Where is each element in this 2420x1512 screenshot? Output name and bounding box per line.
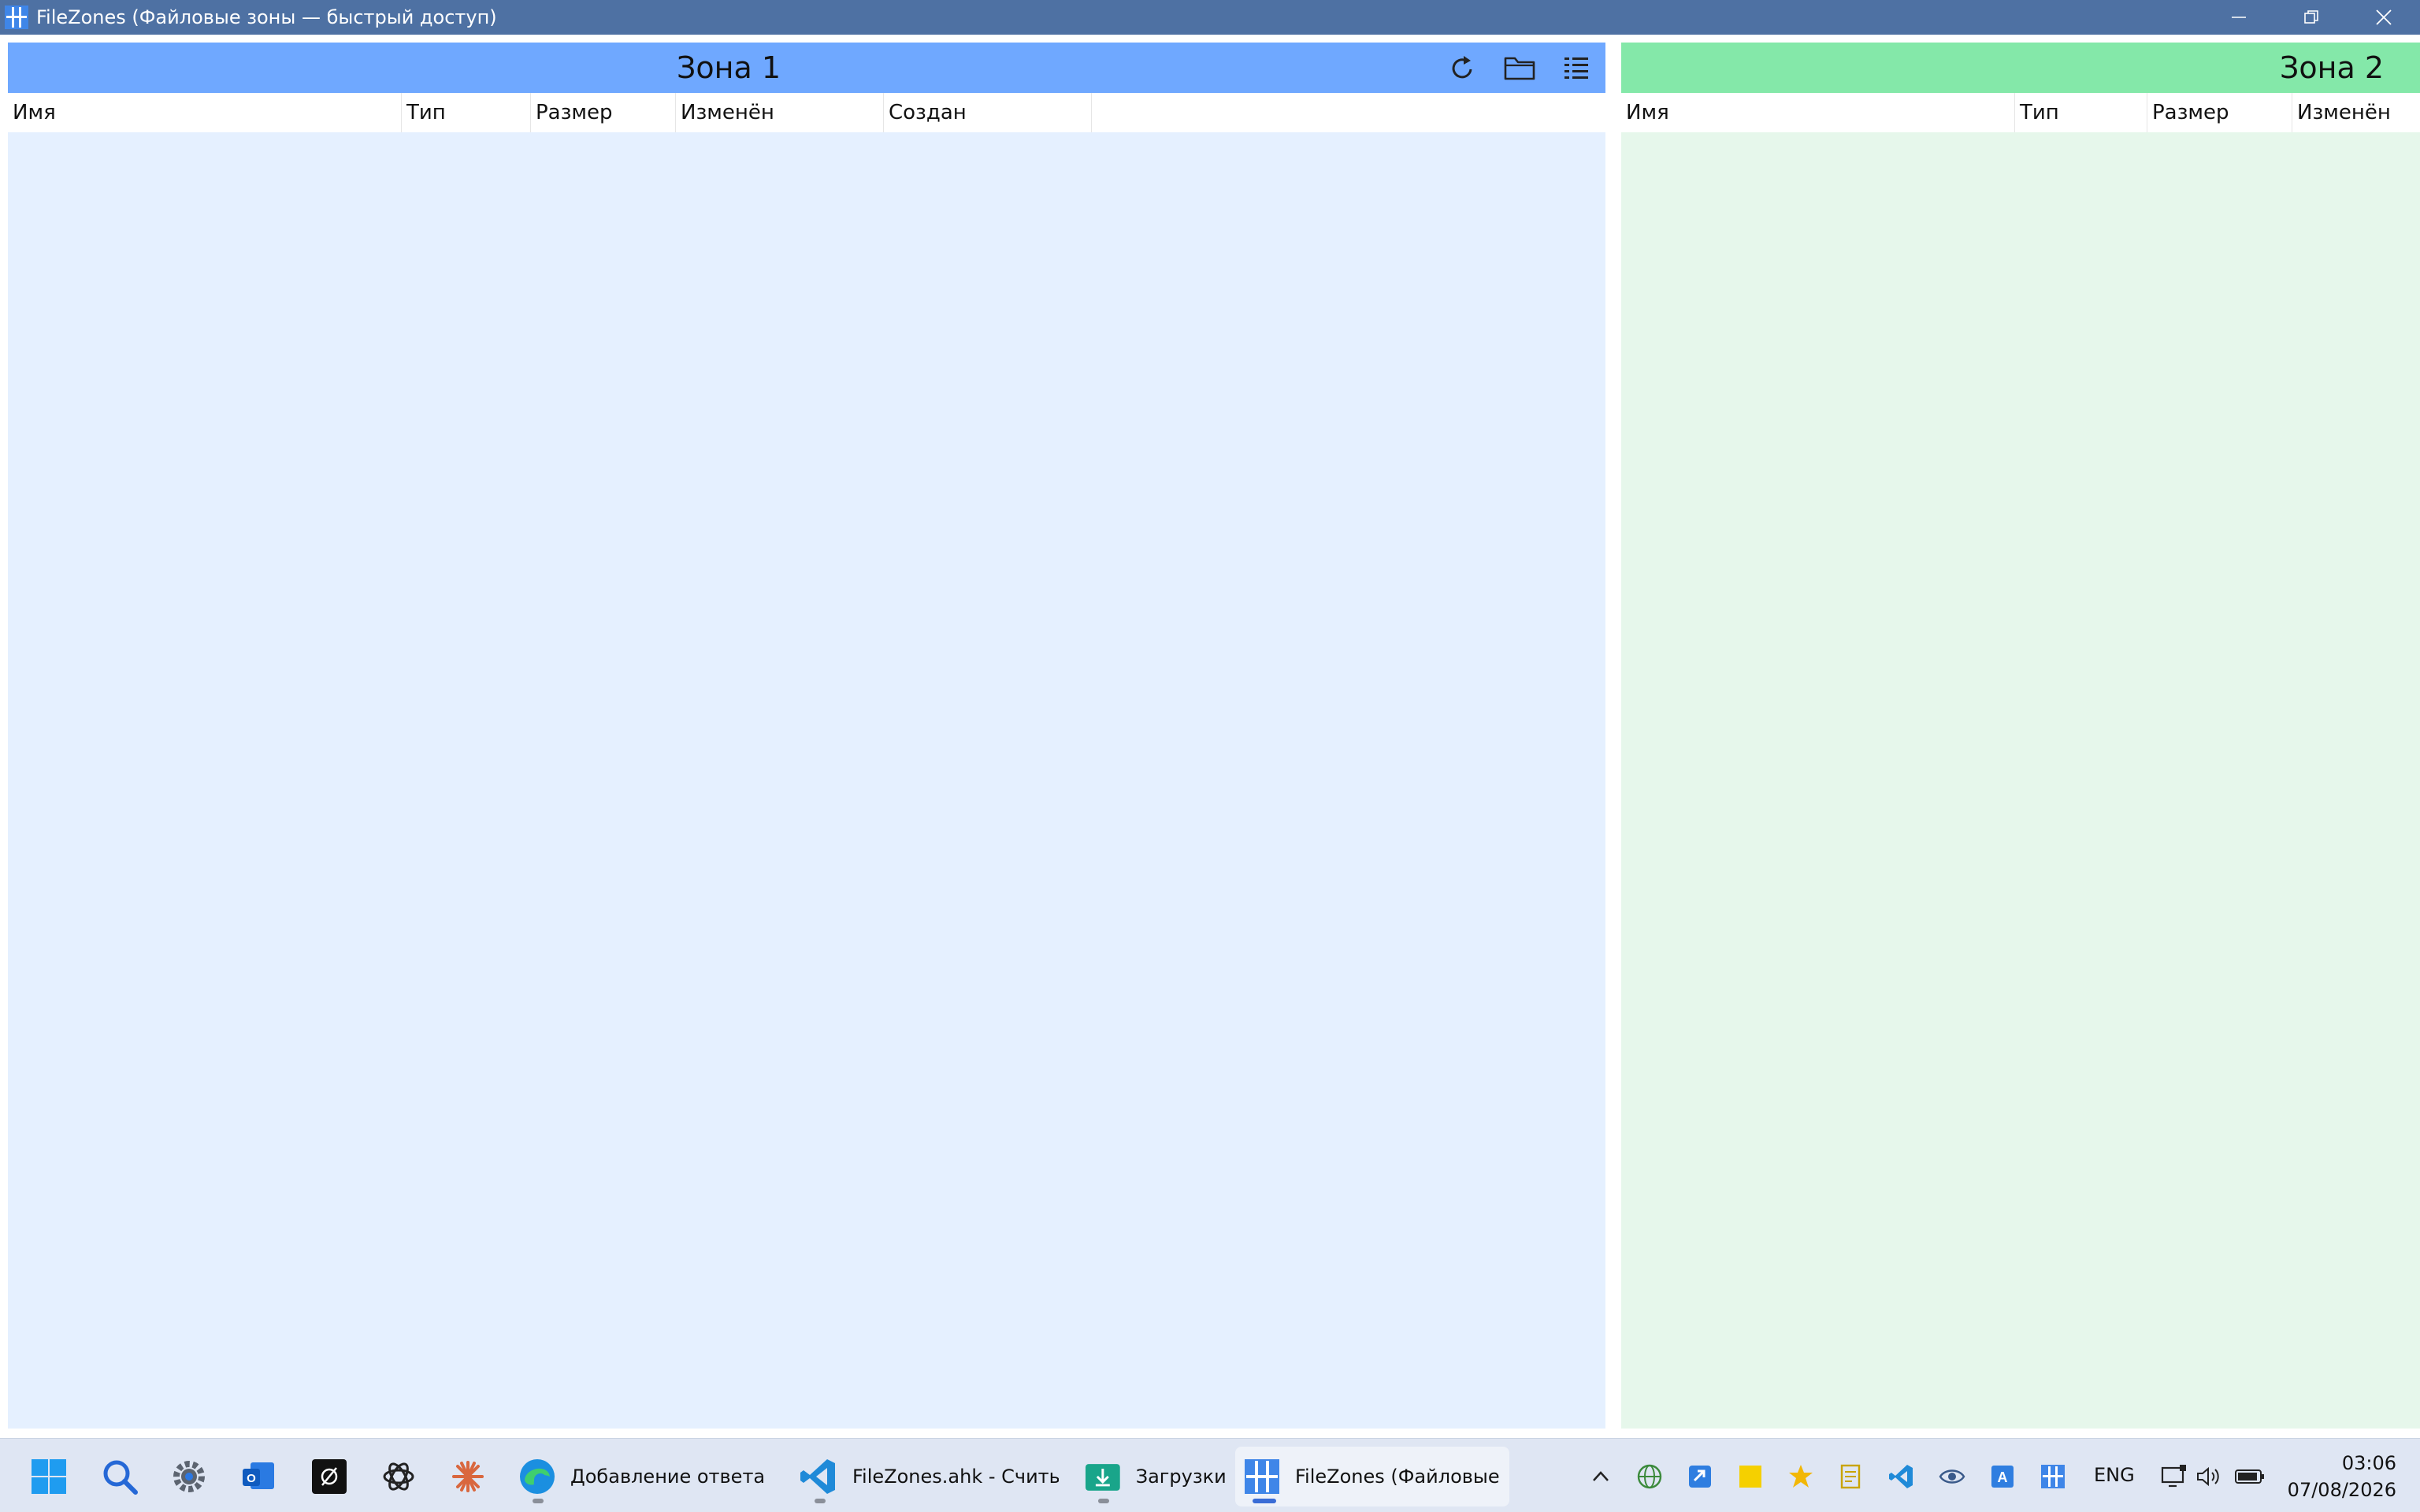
open-folder-button[interactable] bbox=[1500, 48, 1539, 87]
minimize-button[interactable] bbox=[2203, 0, 2275, 35]
notepad-icon bbox=[1840, 1464, 1861, 1489]
remote-link-icon bbox=[1689, 1466, 1711, 1488]
zone-2-file-list[interactable] bbox=[1621, 132, 2420, 1429]
tray-network-status-button[interactable] bbox=[2158, 1461, 2190, 1492]
close-button[interactable] bbox=[2348, 0, 2420, 35]
taskbar-task-filezones[interactable]: FileZones (Файловые зо bbox=[1235, 1447, 1509, 1506]
vscode-icon bbox=[800, 1459, 835, 1494]
taskbar-task-vscode[interactable]: FileZones.ahk - Считыв bbox=[792, 1447, 1060, 1506]
black-app-button[interactable] bbox=[309, 1456, 350, 1497]
column-header-type[interactable]: Тип bbox=[2015, 93, 2147, 132]
taskbar-task-label: Добавление ответа — bbox=[570, 1466, 769, 1488]
zone-panel-1[interactable]: Зона 1 Имя Тип Размер Изменён Создан bbox=[8, 43, 1605, 1429]
battery-icon bbox=[2235, 1469, 2264, 1484]
restore-icon bbox=[2304, 10, 2318, 24]
zone-2-header: Зона 2 bbox=[1621, 43, 2420, 93]
search-button[interactable] bbox=[99, 1456, 140, 1497]
taskbar: O Добавление ответа — FileZones.ahk - Сч… bbox=[0, 1438, 2420, 1512]
taskbar-task-edge[interactable]: Добавление ответа — bbox=[510, 1447, 778, 1506]
taskbar-task-downloads[interactable]: Загрузки bbox=[1076, 1447, 1226, 1506]
tray-network-button[interactable] bbox=[1634, 1461, 1665, 1492]
tray-eye-button[interactable] bbox=[1936, 1461, 1968, 1492]
view-mode-button[interactable] bbox=[1557, 48, 1596, 87]
view-list-icon bbox=[1564, 57, 1588, 79]
settings-button[interactable] bbox=[169, 1456, 210, 1497]
zone-1-toolbar bbox=[1443, 43, 1596, 93]
task-running-indicator bbox=[533, 1499, 544, 1503]
window-title: FileZones (Файловые зоны — быстрый досту… bbox=[36, 6, 497, 28]
tray-translate-button[interactable]: A bbox=[1987, 1461, 2018, 1492]
column-header-name[interactable]: Имя bbox=[1621, 93, 2015, 132]
column-header-modified[interactable]: Изменён bbox=[2292, 93, 2420, 132]
task-running-indicator bbox=[815, 1499, 826, 1503]
tray-vscode-button[interactable] bbox=[1886, 1461, 1917, 1492]
column-header-size[interactable]: Размер bbox=[2147, 93, 2292, 132]
minimize-icon bbox=[2232, 17, 2246, 18]
sticky-note-icon bbox=[1739, 1466, 1761, 1488]
tray-filezones-button[interactable] bbox=[2037, 1461, 2069, 1492]
start-icon bbox=[32, 1459, 66, 1494]
tray-sticky-notes-button[interactable] bbox=[1735, 1461, 1766, 1492]
filezones-tray-icon bbox=[2041, 1465, 2065, 1488]
start-button[interactable] bbox=[28, 1456, 69, 1497]
column-header-created[interactable]: Создан bbox=[884, 93, 1092, 132]
star-icon bbox=[1789, 1465, 1813, 1488]
zone-1-title: Зона 1 bbox=[677, 50, 781, 85]
clock-time: 03:06 bbox=[2341, 1452, 2396, 1474]
taskbar-task-label: FileZones (Файловые зо bbox=[1295, 1466, 1501, 1488]
clock-date: 07/08/2026 bbox=[2287, 1479, 2396, 1501]
zone-1-file-list[interactable] bbox=[8, 132, 1605, 1429]
column-header-name[interactable]: Имя bbox=[8, 93, 402, 132]
task-running-indicator bbox=[1098, 1499, 1109, 1503]
claude-icon bbox=[452, 1461, 484, 1492]
window-controls bbox=[2203, 0, 2420, 35]
volume-icon bbox=[2197, 1466, 2219, 1487]
downloads-folder-icon bbox=[1085, 1464, 1120, 1491]
chatgpt-icon bbox=[383, 1462, 414, 1491]
taskbar-task-label: Загрузки bbox=[1135, 1466, 1226, 1488]
translate-icon: A bbox=[1991, 1466, 2014, 1488]
filezones-icon bbox=[1245, 1459, 1279, 1494]
tray-battery-button[interactable] bbox=[2234, 1461, 2266, 1492]
close-icon bbox=[2376, 9, 2392, 25]
taskbar-clock[interactable]: 03:06 07/08/2026 bbox=[2288, 1450, 2396, 1503]
search-icon bbox=[103, 1460, 138, 1495]
zone-panel-2[interactable]: Зона 2 Имя Тип Размер Изменён bbox=[1621, 43, 2420, 1429]
app-black-icon bbox=[312, 1459, 347, 1494]
claude-button[interactable] bbox=[447, 1456, 488, 1497]
chevron-up-icon bbox=[1593, 1471, 1609, 1481]
eye-icon bbox=[1939, 1469, 1965, 1484]
tray-volume-button[interactable] bbox=[2193, 1461, 2225, 1492]
edge-icon bbox=[520, 1459, 555, 1494]
folder-icon bbox=[1504, 57, 1535, 80]
taskbar-task-label: FileZones.ahk - Считыв bbox=[852, 1466, 1059, 1488]
language-indicator[interactable]: ENG bbox=[2094, 1464, 2135, 1486]
zone-2-column-headers: Имя Тип Размер Изменён bbox=[1621, 93, 2420, 132]
task-active-indicator bbox=[1253, 1499, 1276, 1503]
filezones-app-icon bbox=[3, 4, 30, 31]
svg-text:O: O bbox=[247, 1472, 256, 1485]
tray-remote-button[interactable] bbox=[1684, 1461, 1716, 1492]
zone-1-header: Зона 1 bbox=[8, 43, 1605, 93]
globe-icon bbox=[1637, 1464, 1662, 1489]
tray-notes-button[interactable] bbox=[1835, 1461, 1867, 1492]
tray-overflow-button[interactable] bbox=[1585, 1461, 1616, 1492]
refresh-button[interactable] bbox=[1443, 48, 1483, 87]
column-header-type[interactable]: Тип bbox=[402, 93, 531, 132]
column-header-size[interactable]: Размер bbox=[531, 93, 676, 132]
outlook-icon: O bbox=[243, 1462, 274, 1489]
outlook-button[interactable]: O bbox=[238, 1456, 279, 1497]
refresh-icon bbox=[1452, 56, 1472, 79]
network-monitor-icon bbox=[2161, 1465, 2186, 1488]
vscode-tray-icon bbox=[1889, 1465, 1913, 1488]
settings-icon bbox=[173, 1461, 205, 1492]
svg-text:A: A bbox=[1998, 1469, 2008, 1485]
zone-1-column-headers: Имя Тип Размер Изменён Создан bbox=[8, 93, 1605, 132]
tray-favorites-button[interactable] bbox=[1785, 1461, 1817, 1492]
column-header-modified[interactable]: Изменён bbox=[676, 93, 884, 132]
chatgpt-button[interactable] bbox=[378, 1456, 419, 1497]
restore-button[interactable] bbox=[2275, 0, 2348, 35]
zone-2-title: Зона 2 bbox=[2280, 50, 2384, 85]
title-bar: FileZones (Файловые зоны — быстрый досту… bbox=[0, 0, 2420, 35]
